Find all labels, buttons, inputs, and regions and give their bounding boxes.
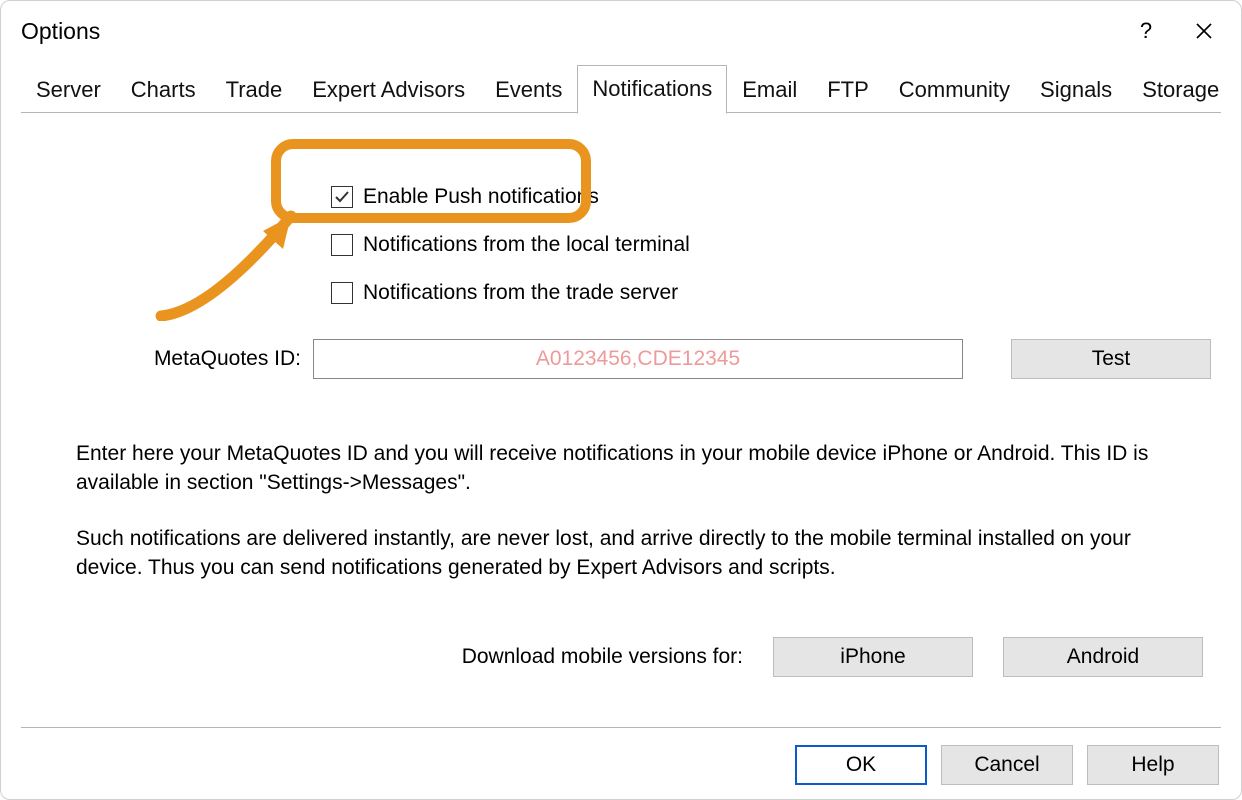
tab-content-notifications: Enable Push notifications Notifications …	[1, 113, 1241, 583]
tab-storage[interactable]: Storage	[1127, 66, 1234, 113]
window-title: Options	[21, 18, 1117, 45]
tab-server[interactable]: Server	[21, 66, 116, 113]
download-label: Download mobile versions for:	[462, 645, 743, 669]
close-icon[interactable]	[1175, 21, 1233, 41]
download-android-button[interactable]: Android	[1003, 637, 1203, 677]
description-text-2: Such notifications are delivered instant…	[76, 524, 1166, 583]
help-icon[interactable]: ?	[1117, 18, 1175, 44]
tab-ftp[interactable]: FTP	[812, 66, 884, 113]
download-row: Download mobile versions for: iPhone And…	[462, 637, 1203, 677]
label-enable-push: Enable Push notifications	[363, 185, 599, 209]
help-button[interactable]: Help	[1087, 745, 1219, 785]
checkbox-from-trade-server[interactable]	[331, 282, 353, 304]
dialog-footer: OK Cancel Help	[795, 745, 1219, 785]
description-text-1: Enter here your MetaQuotes ID and you wi…	[76, 439, 1166, 498]
checkbox-from-local-terminal[interactable]	[331, 234, 353, 256]
label-metaquotes-id: MetaQuotes ID:	[131, 347, 301, 371]
input-metaquotes-id[interactable]: A0123456,CDE12345	[313, 339, 963, 379]
tab-notifications[interactable]: Notifications	[577, 65, 727, 114]
label-from-local-terminal: Notifications from the local terminal	[363, 233, 690, 257]
tab-events[interactable]: Events	[480, 66, 577, 113]
download-iphone-button[interactable]: iPhone	[773, 637, 973, 677]
checkbox-enable-push[interactable]	[331, 186, 353, 208]
cancel-button[interactable]: Cancel	[941, 745, 1073, 785]
tab-community[interactable]: Community	[884, 66, 1025, 113]
tab-charts[interactable]: Charts	[116, 66, 211, 113]
tab-expert-advisors[interactable]: Expert Advisors	[297, 66, 480, 113]
titlebar: Options ?	[1, 1, 1241, 61]
tab-strip: Server Charts Trade Expert Advisors Even…	[1, 61, 1241, 113]
test-button[interactable]: Test	[1011, 339, 1211, 379]
options-dialog: Options ? Server Charts Trade Expert Adv…	[0, 0, 1242, 800]
ok-button[interactable]: OK	[795, 745, 927, 785]
tab-trade[interactable]: Trade	[211, 66, 298, 113]
tab-email[interactable]: Email	[727, 66, 812, 113]
separator	[21, 727, 1221, 728]
tab-signals[interactable]: Signals	[1025, 66, 1127, 113]
label-from-trade-server: Notifications from the trade server	[363, 281, 678, 305]
